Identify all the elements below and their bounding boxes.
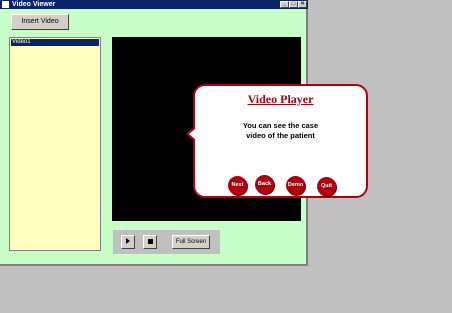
callout-body-line-2: video of the patient [246, 131, 315, 140]
window-title: Video Viewer [12, 1, 56, 8]
back-button[interactable]: Back [255, 175, 274, 194]
video-player-callout: Video Player You can see the case video … [193, 84, 368, 198]
stop-icon [147, 238, 153, 244]
play-icon [126, 238, 130, 245]
demo-button[interactable]: Demo [286, 176, 305, 195]
app-icon [2, 1, 9, 8]
video-list[interactable]: Video1 [9, 37, 101, 251]
stop-button[interactable] [143, 235, 157, 249]
callout-body-line-1: You can see the case [242, 121, 319, 130]
play-button[interactable] [121, 235, 135, 249]
close-icon[interactable]: × [298, 1, 307, 8]
next-button[interactable]: Next [228, 176, 247, 195]
fullscreen-button[interactable]: Full Screen [172, 235, 210, 249]
playback-controls: Full Screen [113, 230, 220, 254]
title-bar: Video Viewer _ □ × [0, 0, 308, 9]
maximize-icon[interactable]: □ [289, 1, 298, 8]
minimize-icon[interactable]: _ [280, 1, 289, 8]
callout-pointer-fill [189, 128, 196, 140]
callout-title: Video Player [247, 92, 314, 106]
callout-body: You can see the case video of the patien… [195, 121, 366, 141]
insert-video-button[interactable]: Insert Video [11, 14, 69, 30]
list-item[interactable]: Video1 [11, 39, 99, 46]
quit-button[interactable]: Quit [317, 177, 336, 196]
